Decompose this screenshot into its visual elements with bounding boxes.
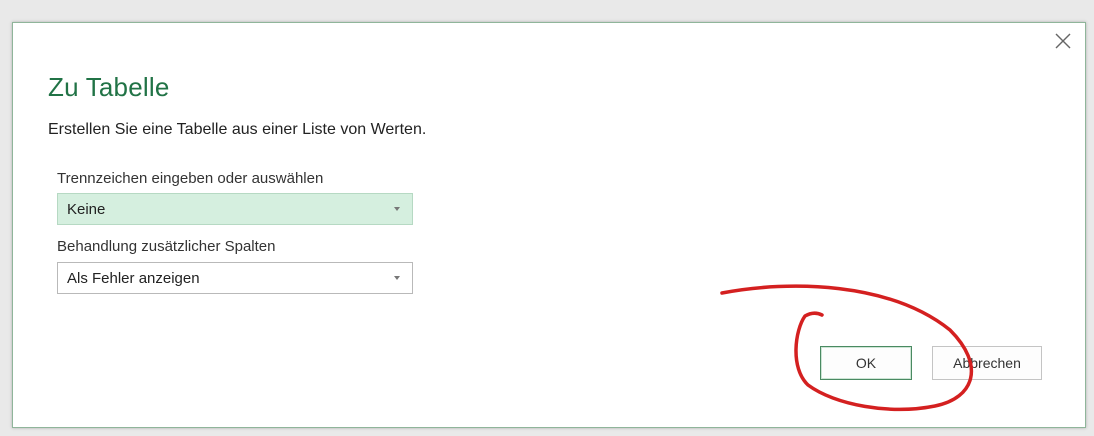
to-table-dialog bbox=[12, 22, 1086, 428]
cancel-button[interactable]: Abbrechen bbox=[932, 346, 1042, 380]
dialog-title: Zu Tabelle bbox=[48, 72, 170, 102]
extra-columns-dropdown[interactable]: Als Fehler anzeigen bbox=[57, 262, 413, 294]
extra-columns-value: Als Fehler anzeigen bbox=[67, 270, 200, 287]
delimiter-label: Trennzeichen eingeben oder auswählen bbox=[57, 170, 324, 187]
close-button[interactable] bbox=[1052, 30, 1074, 52]
ok-button[interactable]: OK bbox=[820, 346, 912, 380]
delimiter-value: Keine bbox=[67, 201, 106, 218]
close-icon bbox=[1055, 33, 1071, 49]
delimiter-dropdown[interactable]: Keine bbox=[57, 193, 413, 225]
dialog-description: Erstellen Sie eine Tabelle aus einer Lis… bbox=[48, 121, 427, 138]
chevron-down-icon bbox=[394, 276, 400, 280]
extra-columns-label: Behandlung zusätzlicher Spalten bbox=[57, 238, 276, 255]
chevron-down-icon bbox=[394, 207, 400, 211]
